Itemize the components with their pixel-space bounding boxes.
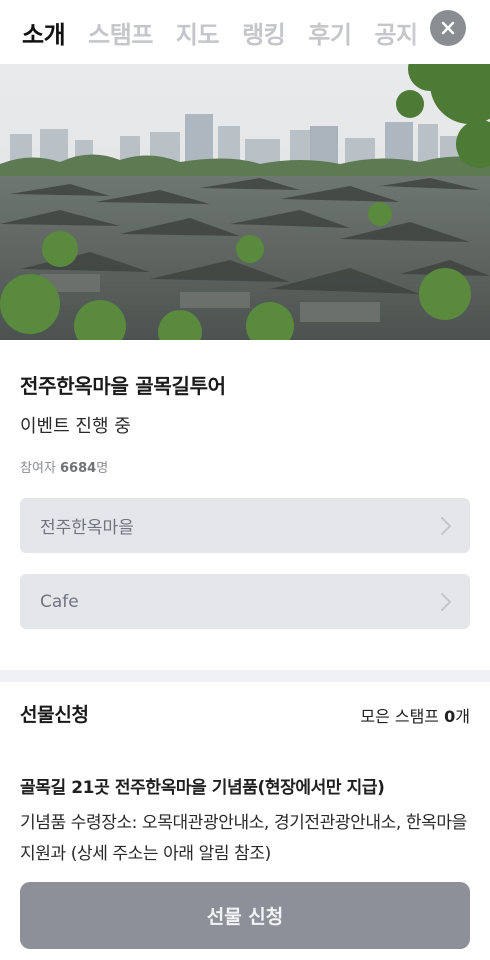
- hero-image: [0, 64, 490, 340]
- reward-description: 기념품 수령장소: 오목대관광안내소, 경기전관광안내소, 한옥마을지원과 (상…: [20, 813, 467, 864]
- gift-request-button[interactable]: 선물 신청: [20, 882, 470, 949]
- event-status: 이벤트 진행 중: [20, 416, 131, 437]
- link-cafe[interactable]: Cafe: [20, 574, 470, 629]
- tab-intro[interactable]: 소개: [22, 15, 66, 50]
- gift-title: 선물신청: [20, 704, 89, 726]
- reward-title: 골목길 21곳 전주한옥마을 기념품(현장에서만 지급): [20, 778, 385, 798]
- participants-suffix: 명: [96, 461, 109, 476]
- gift-request-label: 선물 신청: [206, 906, 284, 928]
- close-icon: [441, 21, 455, 35]
- stamp-suffix: 개: [455, 707, 470, 726]
- village-photo: [0, 64, 490, 340]
- tour-title: 전주한옥마을 골목길투어: [20, 374, 226, 398]
- stamp-count: 모은 스탬프 0개: [360, 703, 470, 727]
- stamp-number: 0: [444, 707, 456, 726]
- participants-number: 6684: [60, 461, 97, 476]
- gift-header: 선물신청 모은 스탬프 0개: [20, 700, 470, 728]
- chevron-right-icon: [441, 517, 451, 535]
- tab-map[interactable]: 지도: [176, 15, 220, 50]
- participant-count: 참여자 6684명: [20, 457, 108, 476]
- tab-ranking[interactable]: 랭킹: [242, 15, 286, 50]
- section-divider: [0, 670, 490, 682]
- link-label: 전주한옥마을: [40, 518, 134, 538]
- close-button[interactable]: [430, 10, 466, 46]
- participants-prefix: 참여자: [20, 461, 61, 476]
- link-label: Cafe: [40, 591, 79, 612]
- link-hanok-village[interactable]: 전주한옥마을: [20, 498, 470, 553]
- tab-stamp[interactable]: 스탬프: [88, 15, 153, 50]
- chevron-right-icon: [441, 593, 451, 611]
- tab-bar: 소개 스탬프 지도 랭킹 후기 공지: [0, 0, 490, 64]
- stamp-prefix: 모은 스탬프: [360, 707, 445, 726]
- tab-reviews[interactable]: 후기: [308, 15, 352, 50]
